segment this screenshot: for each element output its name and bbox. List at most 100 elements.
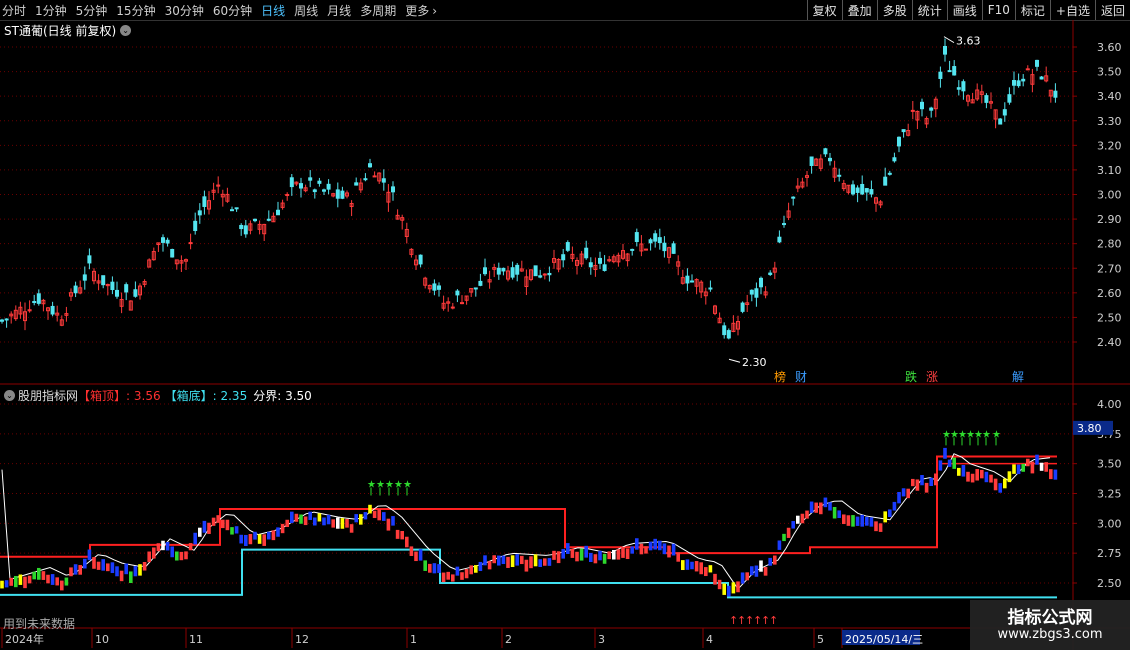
- event-tag[interactable]: 跌: [905, 369, 917, 384]
- chart-canvas[interactable]: 3.60 3.50 3.40 3.30 3.20 3.10 3.00 2.90 2.80 2.70…: [0, 0, 1130, 650]
- indicator-bar: [501, 555, 506, 565]
- indicator-bar: [515, 554, 519, 566]
- indicator-bar: [533, 554, 538, 567]
- indicator-bar: [469, 565, 473, 575]
- candle-body: [828, 157, 832, 162]
- candle-body: [437, 285, 441, 290]
- candle-body: [864, 188, 869, 193]
- candle-body: [644, 248, 648, 251]
- indicator-bar: [207, 522, 211, 534]
- indicator-bar: [1030, 461, 1035, 474]
- indicator-bar: [506, 556, 510, 568]
- indicator-bar: [814, 502, 818, 513]
- box-top-line: [0, 455, 1057, 558]
- candle-body: [533, 265, 538, 277]
- candle-body: [234, 207, 239, 210]
- indicator-bar: [842, 514, 846, 525]
- indicator-bar: [911, 478, 915, 487]
- candle-body: [860, 183, 865, 195]
- indicator-y-tick-label: 3.50: [1097, 458, 1122, 471]
- indicator-bar: [566, 543, 570, 555]
- candle-body: [947, 70, 952, 73]
- indicator-bar: [405, 536, 409, 548]
- candle-body: [101, 275, 106, 286]
- indicator-bar: [593, 554, 598, 564]
- candle-body: [1053, 90, 1058, 98]
- indicator-bar: [303, 516, 308, 526]
- indicator-bar: [1026, 458, 1030, 467]
- indicator-bar: [455, 566, 460, 576]
- indicator-bar: [773, 555, 777, 565]
- indicator-bar: [644, 546, 648, 554]
- candle-body: [1012, 80, 1016, 86]
- stock-title: ST通葡(日线 前复权): [4, 24, 117, 38]
- indicator-bar: [570, 548, 575, 558]
- indicator-bar: [179, 551, 184, 561]
- event-tag[interactable]: 财: [795, 370, 807, 384]
- indicator-bar: [234, 526, 239, 534]
- indicator-bar: [418, 549, 423, 561]
- candle-body: [754, 288, 759, 298]
- indicator-bar: [446, 571, 450, 580]
- candle-body: [285, 194, 290, 197]
- indicator-bar: [23, 576, 27, 589]
- candle-body: [910, 109, 915, 112]
- main-y-tick-label: 2.80: [1097, 238, 1122, 251]
- indicator-bar: [1016, 464, 1021, 475]
- chevron-down-icon[interactable]: ⌄: [4, 390, 15, 401]
- candle-body: [363, 178, 368, 181]
- indicator-bar: [326, 514, 331, 525]
- main-y-tick-label: 2.70: [1097, 262, 1122, 275]
- candle-body: [36, 293, 41, 304]
- indicator-bar: [883, 511, 887, 523]
- indicator-bar: [800, 513, 805, 524]
- indicator-bar: [878, 523, 883, 532]
- candle-body: [253, 218, 257, 222]
- indicator-bar: [612, 549, 616, 560]
- indicator-bar: [368, 504, 372, 514]
- indicator-bar: [1049, 469, 1053, 480]
- indicator-bar: [809, 501, 814, 513]
- indicator-bar: [308, 511, 312, 520]
- candle-body: [565, 242, 570, 251]
- indicator-bar: [198, 527, 202, 537]
- indicator-bar: [216, 515, 220, 523]
- event-tag[interactable]: 解: [1012, 370, 1024, 384]
- candle-body: [372, 175, 377, 178]
- candle-body: [584, 247, 589, 259]
- indicator-bar: [9, 577, 13, 586]
- indicator-bar: [147, 551, 151, 563]
- indicator-bar: [713, 573, 717, 585]
- indicator-bar: [492, 555, 496, 564]
- indicator-bar: [667, 545, 671, 558]
- indicator-bar: [929, 477, 933, 486]
- indicator-bar: [957, 467, 961, 476]
- indicator-bar: [280, 523, 285, 534]
- candle-body: [561, 254, 566, 261]
- candle-body: [239, 224, 244, 230]
- indicator-bar: [409, 546, 414, 556]
- indicator-bar: [639, 543, 644, 555]
- event-tag[interactable]: 涨: [926, 369, 938, 384]
- indicator-bar: [276, 527, 280, 537]
- candle-body: [671, 243, 676, 254]
- watermark-title: 指标公式网: [1007, 608, 1093, 628]
- indicator-bar: [520, 555, 524, 565]
- indicator-bar: [791, 521, 795, 529]
- candle-body: [749, 289, 754, 295]
- event-tag[interactable]: 榜: [774, 369, 786, 384]
- indicator-bar: [437, 564, 441, 573]
- indicator-bar: [124, 563, 128, 575]
- box-top-value: : 3.56: [126, 388, 161, 403]
- candle-body: [308, 177, 313, 181]
- chevron-down-icon[interactable]: ⌄: [120, 25, 132, 36]
- candlestick-series: [0, 38, 1058, 340]
- candle-body: [317, 180, 322, 184]
- indicator-bar: [901, 488, 906, 497]
- indicator-bar: [786, 527, 791, 538]
- candle-body: [588, 262, 593, 268]
- indicator-bar: [239, 534, 243, 544]
- indicator-bar: [602, 553, 607, 564]
- indicator-bar: [487, 561, 492, 570]
- indicator-bar: [924, 482, 929, 493]
